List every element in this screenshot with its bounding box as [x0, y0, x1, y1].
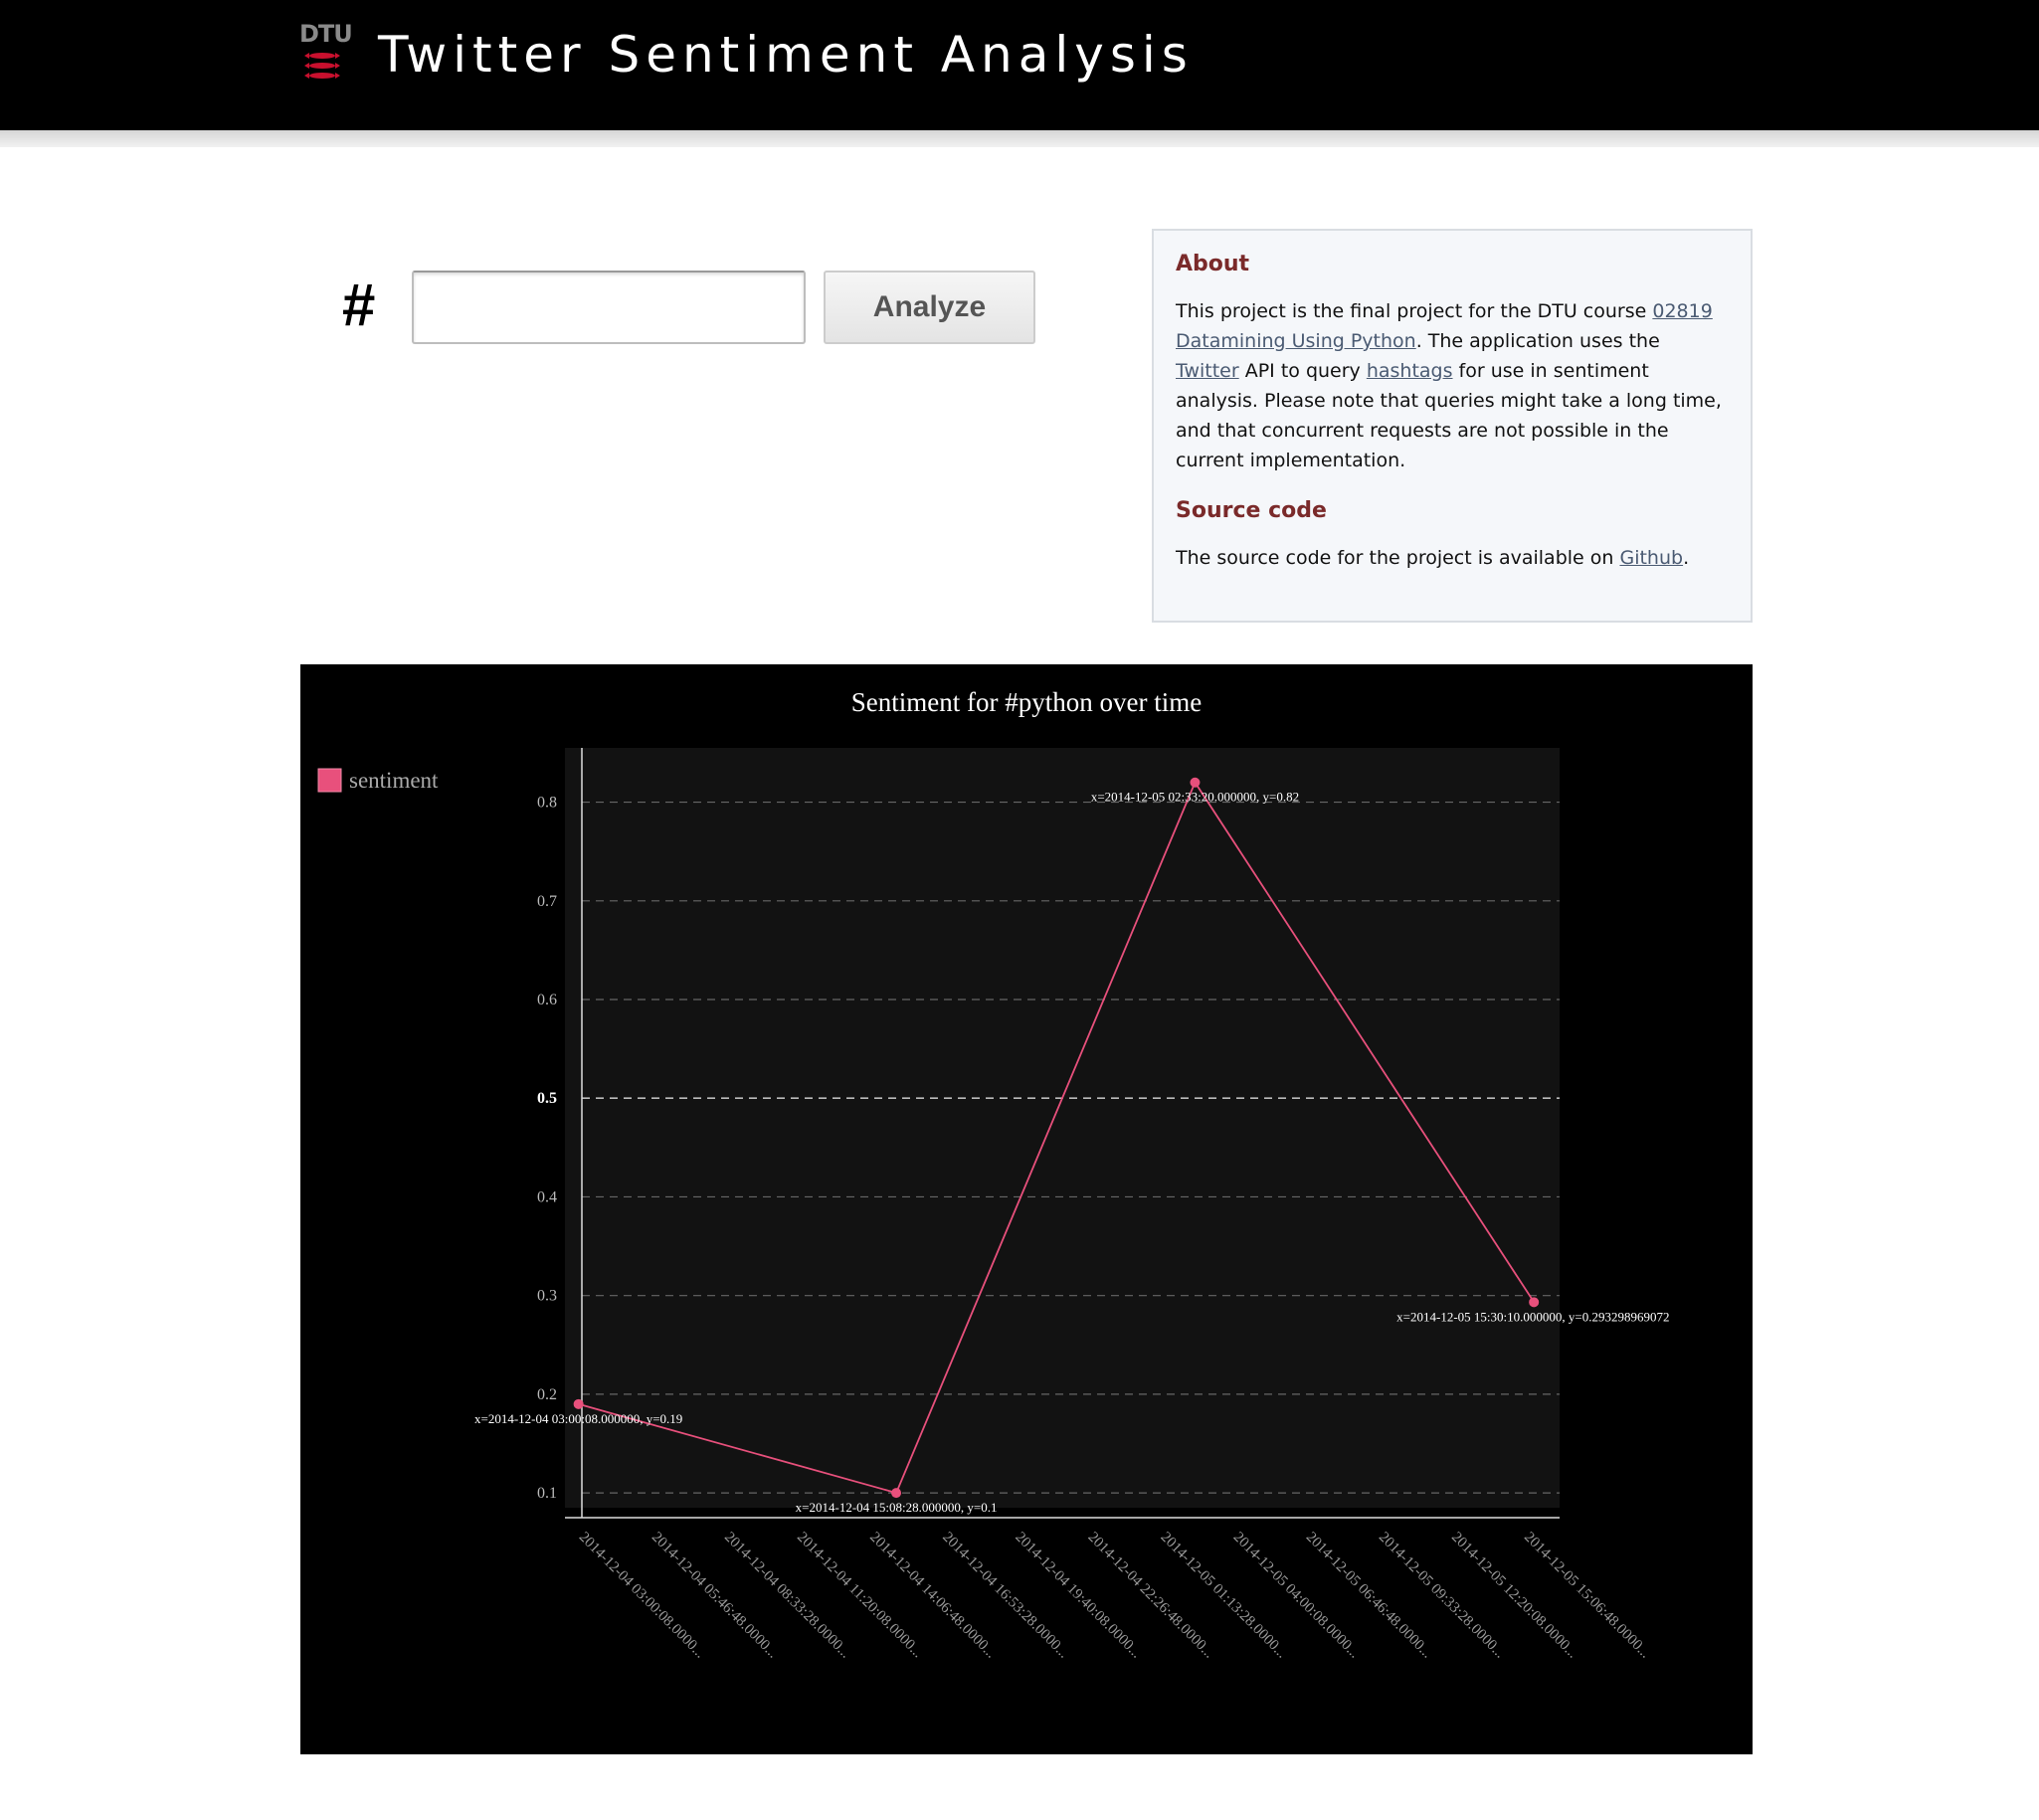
x-tick-label: 2014-12-04 03:00:08.0000... [576, 1530, 708, 1662]
data-point-label: x=2014-12-05 02:33:20.000000, y=0.82 [1091, 790, 1299, 805]
x-tick-label: 2014-12-05 01:13:28.0000... [1158, 1530, 1290, 1662]
about-text-part: This project is the final project for th… [1176, 300, 1653, 322]
y-tick-label: 0.1 [537, 1485, 557, 1502]
x-tick-label: 2014-12-04 08:33:28.0000... [721, 1530, 853, 1662]
y-tick-label: 0.3 [537, 1288, 557, 1305]
x-tick-label: 2014-12-05 12:20:08.0000... [1448, 1530, 1580, 1662]
y-tick-label: 0.7 [537, 893, 557, 910]
y-tick-label: 0.4 [537, 1188, 557, 1205]
dtu-logo-icon [304, 53, 340, 79]
x-tick-label: 2014-12-05 04:00:08.0000... [1230, 1530, 1363, 1662]
x-tick-label: 2014-12-04 16:53:28.0000... [939, 1530, 1071, 1662]
chart-title: Sentiment for #python over time [851, 687, 1202, 717]
about-heading: About [1176, 252, 1250, 276]
source-text-part: The source code for the project is avail… [1176, 547, 1620, 569]
y-tick-label: 0.8 [537, 795, 557, 812]
data-point-label: x=2014-12-04 15:08:28.000000, y=0.1 [796, 1500, 998, 1515]
header-bar: DTU Twitter Sentiment Analysis [0, 0, 2039, 130]
hashtags-link[interactable]: hashtags [1367, 360, 1453, 382]
x-tick-label: 2014-12-05 15:06:48.0000... [1521, 1530, 1653, 1662]
legend-label: sentiment [349, 768, 439, 793]
about-text-part: API to query [1238, 360, 1367, 382]
x-tick-label: 2014-12-04 22:26:48.0000... [1085, 1530, 1217, 1662]
source-code-text: The source code for the project is avail… [1176, 543, 1729, 573]
sentiment-chart: Sentiment for #python over time 0.1 0.2 0.3… [317, 687, 1669, 1662]
github-link[interactable]: Github [1619, 547, 1683, 569]
x-tick-label: 2014-12-04 11:20:08.0000... [794, 1530, 926, 1662]
source-text-part: . [1683, 547, 1690, 569]
analyze-button[interactable]: Analyze [824, 271, 1035, 344]
header-shadow [0, 130, 2039, 147]
about-text: This project is the final project for th… [1176, 296, 1729, 475]
x-tick-label: 2014-12-04 14:06:48.0000... [866, 1530, 999, 1662]
hashtag-input[interactable] [412, 271, 806, 344]
x-tick-label: 2014-12-04 19:40:08.0000... [1012, 1530, 1144, 1662]
hash-symbol: # [342, 272, 376, 338]
twitter-link[interactable]: Twitter [1176, 360, 1239, 382]
data-point [891, 1488, 902, 1499]
x-tick-label: 2014-12-04 05:46:48.0000... [649, 1530, 781, 1662]
data-point [1190, 777, 1201, 788]
x-tick-label: 2014-12-05 09:33:28.0000... [1376, 1530, 1508, 1662]
y-tick-label: 0.2 [537, 1386, 557, 1403]
about-text-part: . The application uses the [1415, 330, 1660, 352]
data-point [1529, 1297, 1540, 1308]
app-title: Twitter Sentiment Analysis [378, 26, 1194, 84]
x-tick-label: 2014-12-05 06:46:48.0000... [1303, 1530, 1435, 1662]
logo-text: DTU [299, 20, 353, 48]
data-point [573, 1398, 584, 1409]
source-code-heading: Source code [1176, 498, 1327, 523]
data-point-label: x=2014-12-04 03:00:08.000000, y=0.19 [474, 1411, 682, 1426]
y-tick-label: 0.6 [537, 992, 557, 1008]
data-point-label: x=2014-12-05 15:30:10.000000, y=0.293298… [1396, 1309, 1669, 1324]
dtu-logo: DTU [299, 20, 353, 86]
sentiment-chart-panel: Sentiment for #python over time 0.1 0.2 0.3… [300, 664, 1753, 1754]
legend-swatch [317, 768, 342, 793]
about-panel: About This project is the final project … [1152, 229, 1753, 623]
y-tick-label: 0.5 [537, 1090, 557, 1107]
